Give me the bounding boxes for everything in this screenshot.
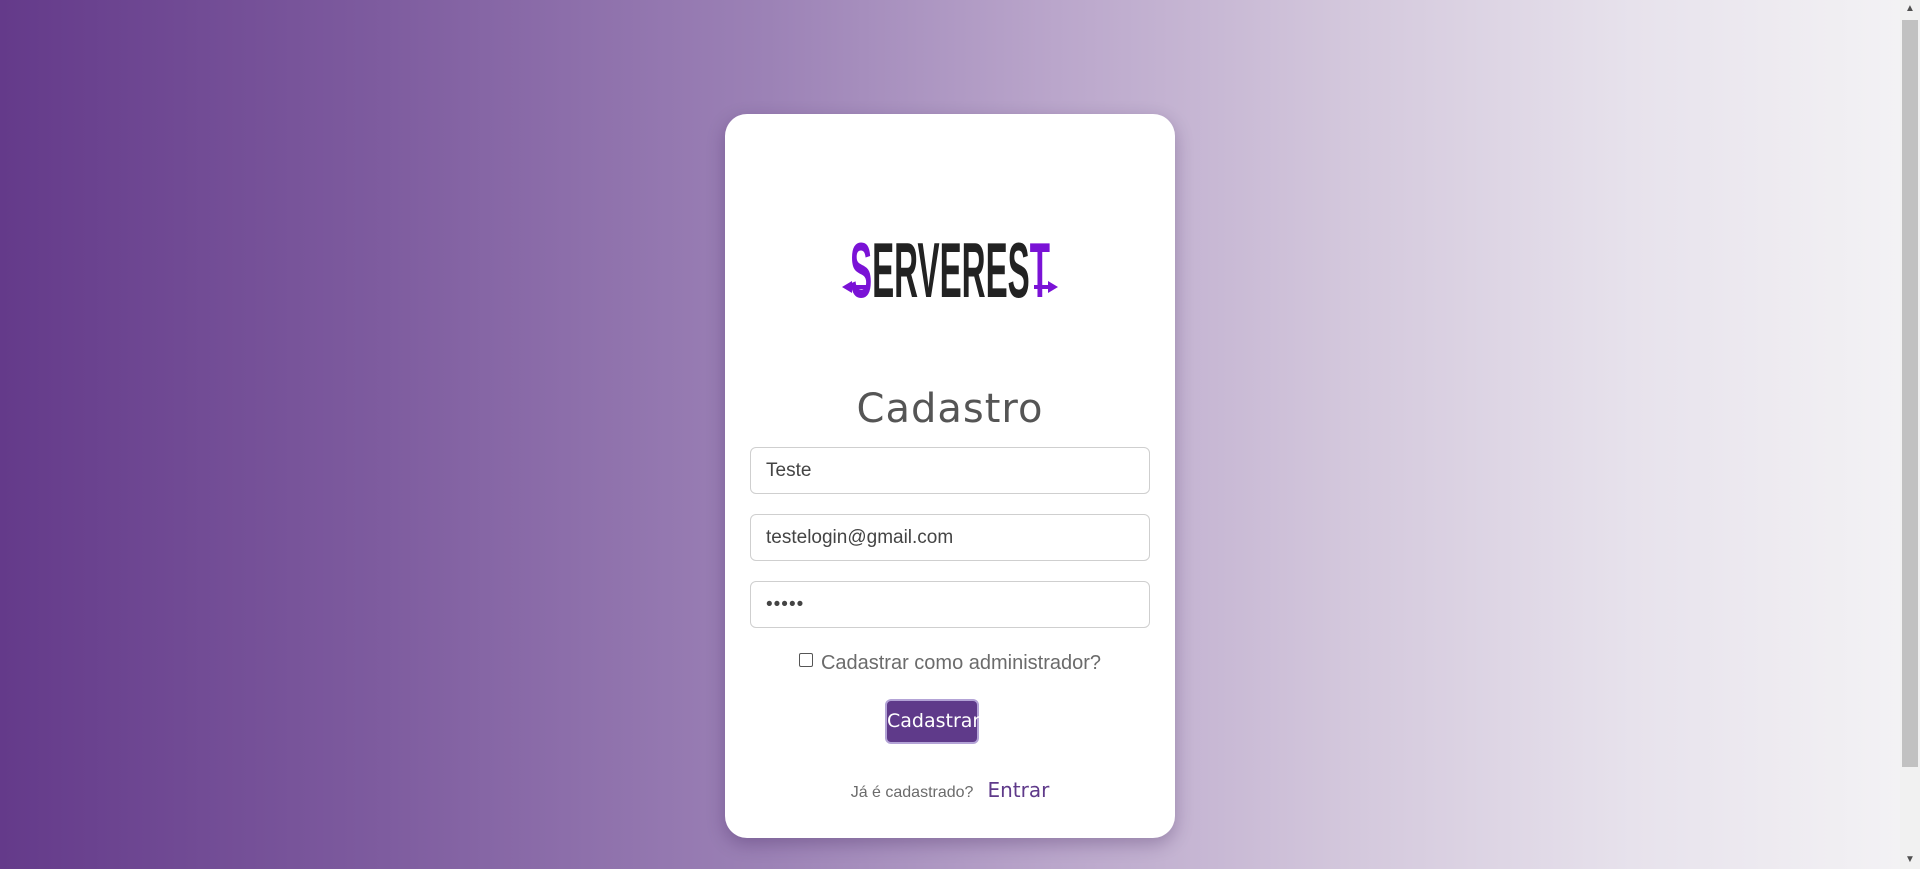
signup-card: SERVEREST Cadastro Cadastrar como admini… — [725, 114, 1175, 838]
scrollbar-thumb[interactable] — [1902, 20, 1918, 767]
admin-checkbox[interactable] — [798, 653, 813, 667]
login-link[interactable]: Entrar — [987, 778, 1049, 802]
admin-option-row: Cadastrar como administrador? — [725, 652, 1175, 675]
already-registered-text: Já é cadastrado? — [850, 784, 974, 801]
logo-text: SERVEREST — [850, 226, 1050, 309]
scroll-up-icon[interactable]: ▲ — [1900, 0, 1920, 18]
page-title: Cadastro — [856, 386, 1044, 432]
serverest-logo: SERVEREST — [842, 226, 1058, 309]
password-input[interactable] — [750, 581, 1150, 628]
admin-checkbox-label[interactable]: Cadastrar como administrador? — [821, 652, 1101, 674]
vertical-scrollbar[interactable]: ▲ ▼ — [1900, 0, 1920, 869]
register-button[interactable]: Cadastrar — [885, 699, 980, 744]
scroll-down-icon[interactable]: ▼ — [1900, 851, 1920, 869]
name-input[interactable] — [750, 447, 1150, 494]
email-input[interactable] — [750, 514, 1150, 561]
login-prompt: Já é cadastrado? Entrar — [725, 778, 1175, 802]
page-background: SERVEREST Cadastro Cadastrar como admini… — [0, 0, 1900, 869]
